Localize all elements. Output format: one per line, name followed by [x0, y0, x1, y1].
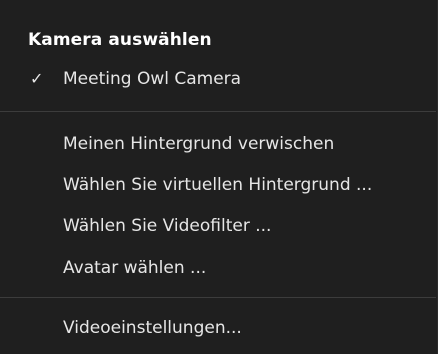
menu-divider — [0, 111, 436, 112]
menu-item-video-filter[interactable]: Wählen Sie Videofilter ... — [0, 210, 436, 242]
camera-section-title: Kamera auswählen — [28, 30, 212, 50]
menu-divider — [0, 297, 436, 298]
menu-item-label: Meeting Owl Camera — [63, 69, 242, 89]
menu-item-virtual-background[interactable]: Wählen Sie virtuellen Hintergrund ... — [0, 169, 436, 201]
camera-context-menu: Kamera auswählen ✓ Meeting Owl Camera Me… — [0, 0, 438, 354]
menu-item-label: Wählen Sie Videofilter ... — [63, 216, 272, 236]
menu-item-blur-background[interactable]: Meinen Hintergrund verwischen — [0, 128, 436, 160]
menu-item-meeting-owl-camera[interactable]: ✓ Meeting Owl Camera — [0, 63, 436, 95]
menu-item-label: Videoeinstellungen... — [63, 318, 242, 338]
menu-item-video-settings[interactable]: Videoeinstellungen... — [0, 312, 436, 344]
menu-item-label: Wählen Sie virtuellen Hintergrund ... — [63, 175, 373, 195]
menu-item-label: Meinen Hintergrund verwischen — [63, 134, 335, 154]
menu-item-label: Avatar wählen ... — [63, 258, 207, 278]
checkmark-icon: ✓ — [30, 69, 44, 88]
menu-item-choose-avatar[interactable]: Avatar wählen ... — [0, 252, 436, 284]
